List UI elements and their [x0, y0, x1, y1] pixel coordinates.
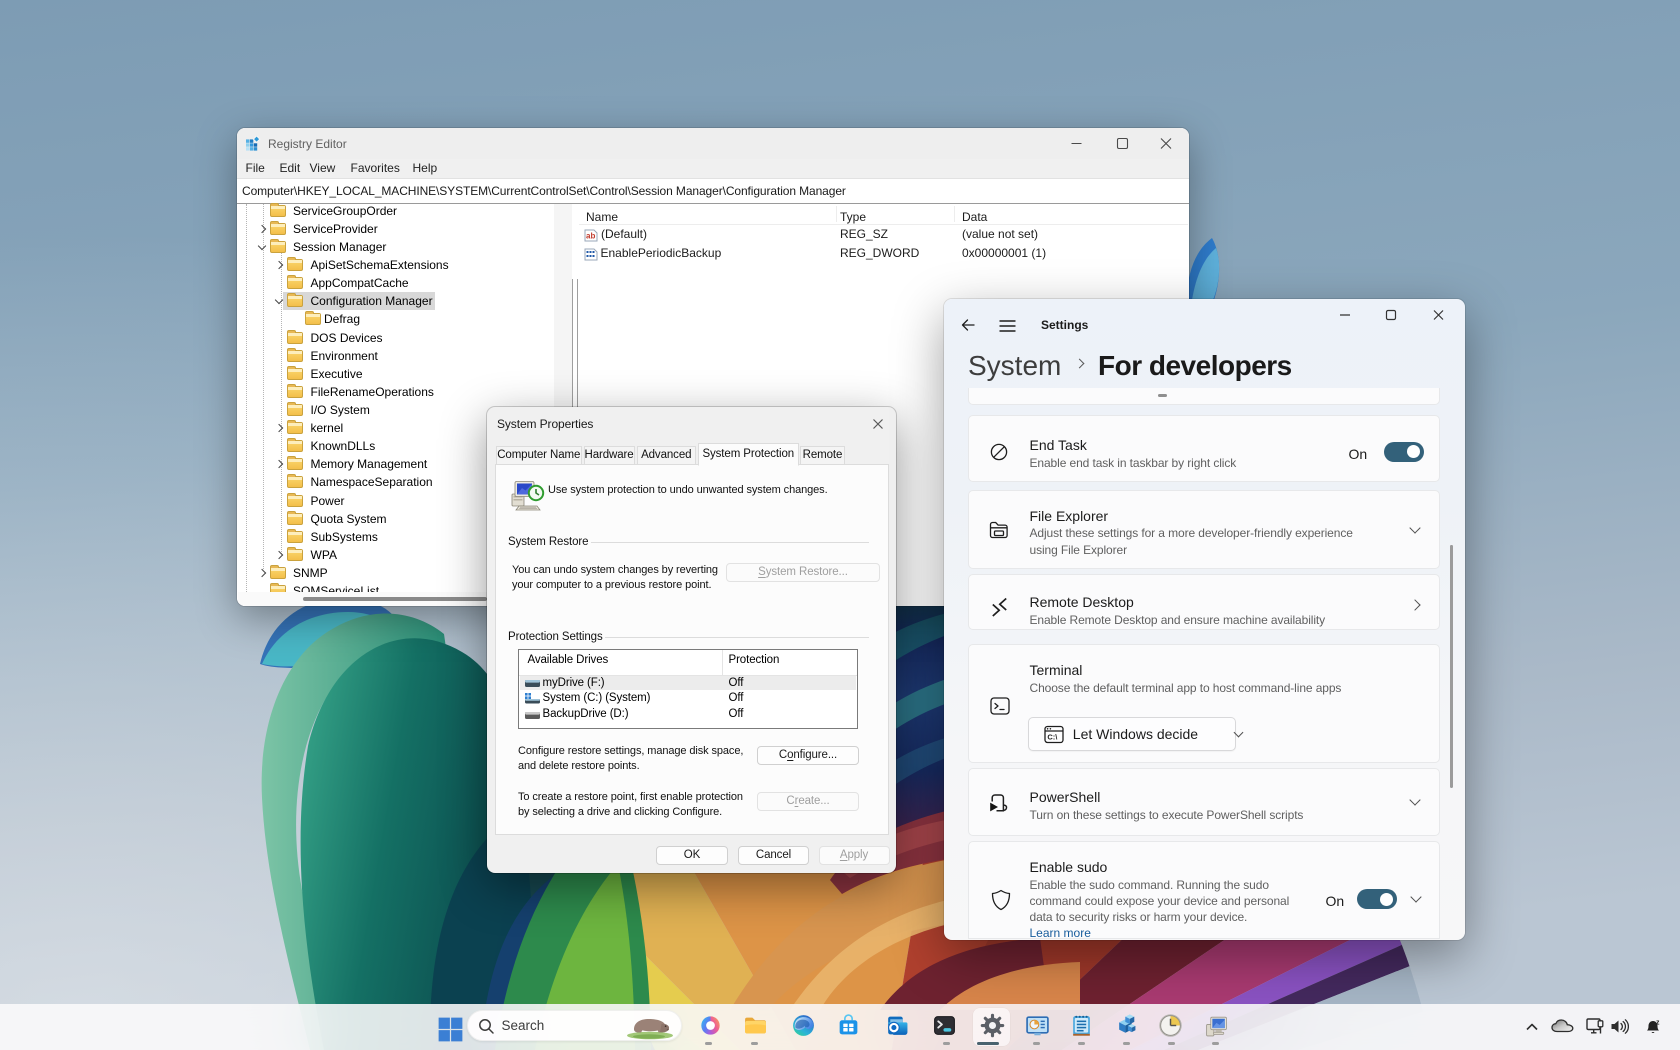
svg-text:ab: ab — [586, 232, 595, 241]
svg-text:z: z — [1656, 1020, 1660, 1027]
svg-text:C:\: C:\ — [1047, 733, 1058, 742]
